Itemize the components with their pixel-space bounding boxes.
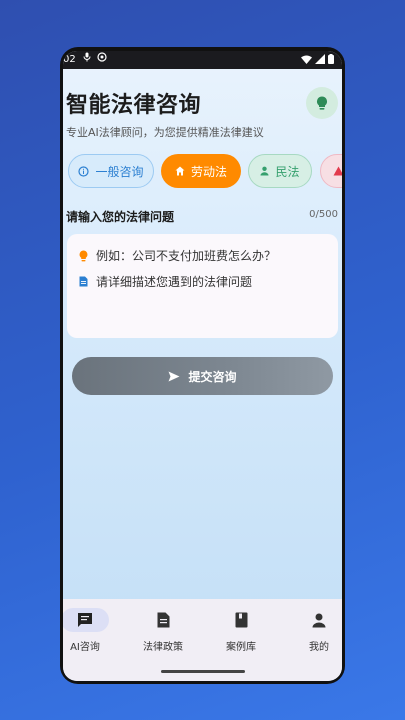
signal-icon	[315, 54, 325, 64]
tips-button[interactable]	[306, 87, 338, 119]
example-hint: 例如：公司不支付加班费怎么办？	[79, 247, 276, 264]
nav-item-case-library[interactable]: 案例库	[207, 599, 275, 659]
send-icon	[168, 371, 180, 381]
nav-item-ai-consult[interactable]: AI咨询	[63, 599, 119, 659]
circle-status-icon	[97, 52, 107, 62]
app-screen: 02 智能法律咨询 专业AI法律顾问，为您提供精准法律建议 一般咨询 劳动法 民…	[63, 51, 342, 681]
example-text: 例如：公司不支付加班费怎么办？	[96, 249, 277, 263]
category-chip-label: 民法	[275, 164, 300, 179]
nav-label: 我的	[309, 642, 329, 653]
status-bar: 02	[63, 51, 342, 69]
nav-label: 法律政策	[143, 642, 183, 653]
document-icon	[79, 276, 88, 287]
person-icon	[260, 166, 269, 176]
book-icon	[235, 612, 247, 628]
nav-item-profile[interactable]: 我的	[285, 599, 342, 659]
battery-icon	[328, 54, 334, 64]
category-chip-label: 一般咨询	[95, 164, 144, 179]
lightbulb-icon	[79, 250, 88, 261]
placeholder-hint: 请详细描述您遇到的法律问题	[79, 273, 252, 290]
category-chips: 一般咨询 劳动法 民法	[68, 154, 342, 192]
status-time: 02	[63, 54, 76, 65]
submit-label: 提交咨询	[188, 369, 237, 384]
nav-item-law-policy[interactable]: 法律政策	[129, 599, 197, 659]
page-subtitle: 专业AI法律顾问，为您提供精准法律建议	[66, 126, 264, 139]
question-input[interactable]: 例如：公司不支付加班费怎么办？ 请详细描述您遇到的法律问题	[67, 234, 338, 338]
microphone-icon	[83, 52, 91, 62]
category-chip-labor[interactable]: 劳动法	[161, 154, 241, 188]
bottom-nav: AI咨询 法律政策 案例库 我的	[63, 599, 342, 681]
page-title: 智能法律咨询	[66, 93, 202, 118]
placeholder-text: 请详细描述您遇到的法律问题	[96, 275, 253, 289]
question-label: 请输入您的法律问题	[66, 210, 175, 224]
category-chip-label: 劳动法	[190, 164, 227, 179]
category-chip-general[interactable]: 一般咨询	[68, 154, 154, 188]
warning-icon	[333, 166, 342, 176]
lightbulb-icon	[317, 96, 327, 110]
home-indicator[interactable]	[161, 670, 245, 673]
category-chip-civil[interactable]: 民法	[248, 154, 312, 188]
nav-label: AI咨询	[70, 642, 100, 653]
person-icon	[312, 613, 326, 627]
wifi-icon	[301, 55, 312, 64]
submit-button[interactable]: 提交咨询	[72, 357, 333, 395]
home-icon	[175, 166, 185, 176]
info-icon	[78, 165, 90, 177]
char-counter: 0/500	[309, 209, 338, 220]
category-chip-warning[interactable]	[320, 154, 342, 188]
chat-icon	[78, 613, 92, 627]
document-icon	[157, 612, 169, 628]
nav-label: 案例库	[226, 642, 256, 653]
